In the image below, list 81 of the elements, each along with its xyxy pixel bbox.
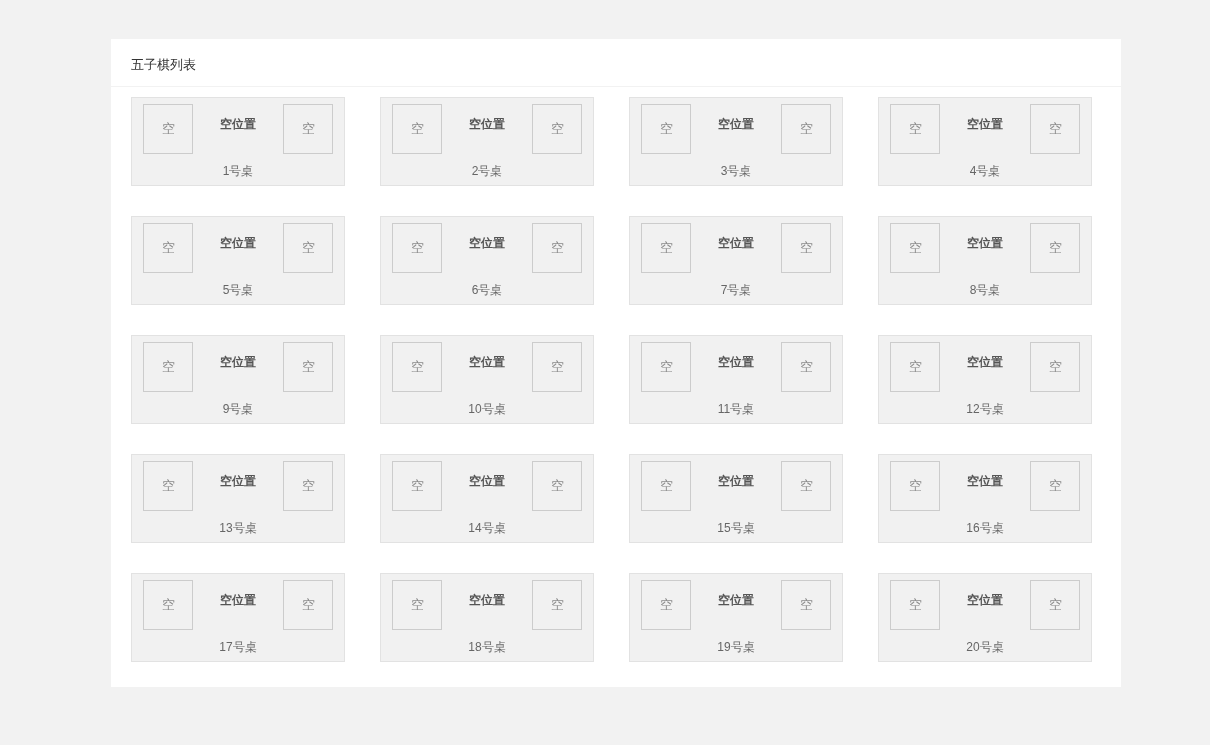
seat-status: 空位置 xyxy=(718,235,754,251)
empty-seat[interactable]: 空 xyxy=(781,342,831,392)
seat-status: 空位置 xyxy=(967,473,1003,489)
empty-seat[interactable]: 空 xyxy=(781,104,831,154)
empty-seat[interactable]: 空 xyxy=(890,580,940,630)
empty-seat[interactable]: 空 xyxy=(781,580,831,630)
table-label: 2号桌 xyxy=(471,163,503,179)
empty-seat[interactable]: 空 xyxy=(1030,342,1080,392)
table-label: 16号桌 xyxy=(966,520,1004,536)
table-label: 1号桌 xyxy=(222,163,254,179)
empty-seat[interactable]: 空 xyxy=(1030,461,1080,511)
empty-seat[interactable]: 空 xyxy=(532,580,582,630)
empty-seat[interactable]: 空 xyxy=(890,104,940,154)
empty-seat[interactable]: 空 xyxy=(283,104,333,154)
seat-status: 空位置 xyxy=(718,116,754,132)
seat-status: 空位置 xyxy=(220,473,256,489)
empty-seat[interactable]: 空 xyxy=(781,223,831,273)
seat-status: 空位置 xyxy=(718,473,754,489)
table-label: 7号桌 xyxy=(720,282,752,298)
table-label: 6号桌 xyxy=(471,282,503,298)
empty-seat[interactable]: 空 xyxy=(1030,580,1080,630)
table-label: 9号桌 xyxy=(222,401,254,417)
seat-status: 空位置 xyxy=(718,592,754,608)
table-label: 3号桌 xyxy=(720,163,752,179)
table-label: 20号桌 xyxy=(966,639,1004,655)
empty-seat[interactable]: 空 xyxy=(1030,104,1080,154)
empty-seat[interactable]: 空 xyxy=(641,342,691,392)
seat-status: 空位置 xyxy=(967,235,1003,251)
seat-status: 空位置 xyxy=(469,235,505,251)
empty-seat[interactable]: 空 xyxy=(890,342,940,392)
seat-status: 空位置 xyxy=(469,116,505,132)
empty-seat[interactable]: 空 xyxy=(781,461,831,511)
empty-seat[interactable]: 空 xyxy=(890,223,940,273)
empty-seat[interactable]: 空 xyxy=(532,104,582,154)
table-label: 19号桌 xyxy=(717,639,755,655)
empty-seat[interactable]: 空 xyxy=(392,223,442,273)
empty-seat[interactable]: 空 xyxy=(143,104,193,154)
empty-seat[interactable]: 空 xyxy=(392,461,442,511)
table-label: 5号桌 xyxy=(222,282,254,298)
table-label: 18号桌 xyxy=(468,639,506,655)
empty-seat[interactable]: 空 xyxy=(532,342,582,392)
table-label: 15号桌 xyxy=(717,520,755,536)
empty-seat[interactable]: 空 xyxy=(143,223,193,273)
table-label: 12号桌 xyxy=(966,401,1004,417)
table-label: 10号桌 xyxy=(468,401,506,417)
empty-seat[interactable]: 空 xyxy=(283,580,333,630)
table-label: 8号桌 xyxy=(969,282,1001,298)
empty-seat[interactable]: 空 xyxy=(392,342,442,392)
empty-seat[interactable]: 空 xyxy=(143,580,193,630)
empty-seat[interactable]: 空 xyxy=(1030,223,1080,273)
seat-status: 空位置 xyxy=(967,354,1003,370)
table-label: 14号桌 xyxy=(468,520,506,536)
empty-seat[interactable]: 空 xyxy=(283,342,333,392)
seat-status: 空位置 xyxy=(967,116,1003,132)
table-label: 11号桌 xyxy=(717,401,755,417)
seat-status: 空位置 xyxy=(220,235,256,251)
seat-status: 空位置 xyxy=(220,592,256,608)
empty-seat[interactable]: 空 xyxy=(392,104,442,154)
seat-status: 空位置 xyxy=(220,116,256,132)
empty-seat[interactable]: 空 xyxy=(890,461,940,511)
empty-seat[interactable]: 空 xyxy=(283,461,333,511)
seat-status: 空位置 xyxy=(220,354,256,370)
empty-seat[interactable]: 空 xyxy=(532,223,582,273)
seat-status: 空位置 xyxy=(967,592,1003,608)
empty-seat[interactable]: 空 xyxy=(641,104,691,154)
seat-status: 空位置 xyxy=(469,473,505,489)
seat-status: 空位置 xyxy=(718,354,754,370)
empty-seat[interactable]: 空 xyxy=(143,342,193,392)
panel-title: 五子棋列表 xyxy=(131,55,196,74)
empty-seat[interactable]: 空 xyxy=(283,223,333,273)
table-label: 4号桌 xyxy=(969,163,1001,179)
empty-seat[interactable]: 空 xyxy=(143,461,193,511)
seat-status: 空位置 xyxy=(469,354,505,370)
empty-seat[interactable]: 空 xyxy=(641,223,691,273)
seat-status: 空位置 xyxy=(469,592,505,608)
empty-seat[interactable]: 空 xyxy=(392,580,442,630)
table-label: 17号桌 xyxy=(219,639,257,655)
empty-seat[interactable]: 空 xyxy=(532,461,582,511)
table-label: 13号桌 xyxy=(219,520,257,536)
empty-seat[interactable]: 空 xyxy=(641,580,691,630)
empty-seat[interactable]: 空 xyxy=(641,461,691,511)
